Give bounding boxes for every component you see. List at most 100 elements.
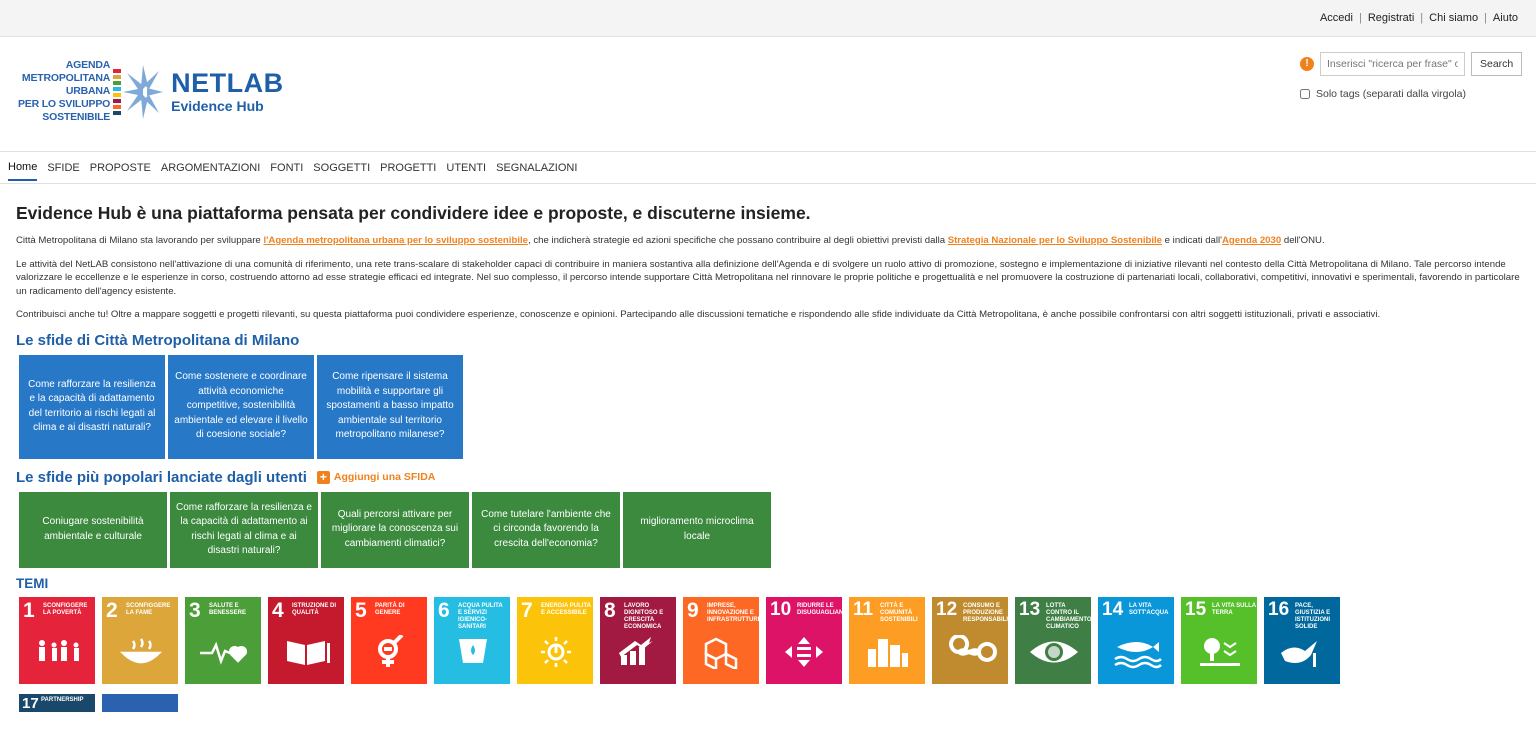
separator: | bbox=[1420, 12, 1424, 24]
nav-argomentazioni[interactable]: ARGOMENTAZIONI bbox=[161, 156, 260, 180]
user-sfida-card[interactable]: miglioramento microclima locale bbox=[623, 491, 771, 568]
search-button[interactable]: Search bbox=[1471, 52, 1523, 76]
nav-segnalazioni[interactable]: SEGNALAZIONI bbox=[496, 156, 577, 180]
user-sfida-card[interactable]: Come tutelare l'ambiente che ci circonda… bbox=[472, 491, 620, 568]
sdg-label: SCONFIGGERE LA POVERTÀ bbox=[43, 602, 88, 616]
strategia-nazionale-link[interactable]: Strategia Nazionale per lo Sviluppo Sost… bbox=[948, 235, 1162, 246]
sdg-number: 4 bbox=[272, 598, 284, 622]
sdg-label: ACQUA PULITA E SERVIZI IGIENICO-SANITARI bbox=[458, 602, 503, 630]
about-link[interactable]: Chi siamo bbox=[1429, 12, 1478, 24]
infinity-icon bbox=[949, 634, 997, 662]
sdg-number: 9 bbox=[687, 598, 699, 622]
sdg-tile-11[interactable]: 11 CITTÀ E COMUNITÀ SOSTENIBILI bbox=[849, 596, 925, 684]
agenda-logo-text: AGENDA METROPOLITANA URBANA PER LO SVILU… bbox=[18, 59, 111, 123]
tags-only-label: Solo tags (separati dalla virgola) bbox=[1316, 88, 1466, 100]
intro-paragraph-1: Città Metropolitana di Milano sta lavora… bbox=[16, 235, 1325, 246]
user-sfida-card[interactable]: Coniugare sostenibilità ambientale e cul… bbox=[19, 491, 167, 568]
sdg-number: 15 bbox=[1185, 598, 1207, 620]
temi-title: TEMI bbox=[16, 575, 49, 591]
nav-fonti[interactable]: FONTI bbox=[270, 156, 303, 180]
sdg-tile-3[interactable]: 3 SALUTE E BENESSERE bbox=[185, 596, 261, 684]
sdg-tile-4[interactable]: 4 ISTRUZIONE DI QUALITÀ bbox=[268, 596, 344, 684]
sdg-tile-16[interactable]: 16 PACE, GIUSTIZIA E ISTITUZIONI SOLIDE bbox=[1264, 596, 1340, 684]
sdg-tile-17[interactable]: 17 PARTNERSHIP bbox=[19, 693, 95, 712]
separator: | bbox=[1358, 12, 1362, 24]
sdg-tile-9[interactable]: 9 IMPRESE, INNOVAZIONE E INFRASTRUTTURE bbox=[683, 596, 759, 684]
sdg-number: 14 bbox=[1102, 598, 1124, 620]
main-nav: Home SFIDE PROPOSTE ARGOMENTAZIONI FONTI… bbox=[0, 152, 1536, 184]
sdg-tile-5[interactable]: 5 PARITÀ DI GENERE bbox=[351, 596, 427, 684]
sdg-tile-7[interactable]: 7 ENERGIA PULITA E ACCESSIBILE bbox=[517, 596, 593, 684]
sdg-label: LOTTA CONTRO IL CAMBIAMENTO CLIMATICO bbox=[1046, 602, 1091, 630]
eye-globe-icon bbox=[1030, 641, 1078, 662]
sdg-label: ISTRUZIONE DI QUALITÀ bbox=[292, 602, 337, 616]
sdg-number: 10 bbox=[770, 598, 792, 620]
help-link[interactable]: Aiuto bbox=[1493, 12, 1518, 24]
nav-proposte[interactable]: PROPOSTE bbox=[90, 156, 151, 180]
sfide-utenti-title: Le sfide più popolari lanciate dagli ute… bbox=[16, 468, 307, 486]
info-icon[interactable]: ! bbox=[1300, 57, 1314, 71]
top-bar: Accedi | Registrati | Chi siamo | Aiuto bbox=[0, 0, 1536, 37]
heartbeat-icon bbox=[200, 641, 247, 665]
tags-only-checkbox[interactable] bbox=[1300, 89, 1310, 99]
cubes-icon bbox=[704, 637, 738, 669]
sdg-label: LA VITA SULLA TERRA bbox=[1212, 602, 1256, 616]
sdg-label: RIDURRE LE DISUGUAGLIANZE bbox=[797, 602, 842, 616]
sdg-label: SALUTE E BENESSERE bbox=[209, 602, 247, 616]
nav-utenti[interactable]: UTENTI bbox=[446, 156, 486, 180]
sdg-number: 11 bbox=[853, 598, 874, 620]
sdg-number: 8 bbox=[604, 598, 616, 622]
sfide-cm-cards: Come rafforzare la resilienza e la capac… bbox=[19, 354, 1520, 459]
add-sfida-button[interactable]: + Aggiungi una SFIDA bbox=[316, 470, 436, 484]
sdg-tile-15[interactable]: 15 LA VITA SULLA TERRA bbox=[1181, 596, 1257, 684]
nav-soggetti[interactable]: SOGGETTI bbox=[313, 156, 370, 180]
nav-home[interactable]: Home bbox=[8, 155, 38, 181]
book-icon bbox=[287, 640, 330, 665]
city-icon bbox=[868, 638, 908, 667]
sdg-tile-8[interactable]: 8 LAVORO DIGNITOSO E CRESCITA ECONOMICA bbox=[600, 596, 676, 684]
sdg-number: 5 bbox=[355, 598, 367, 622]
sdg-tile-extra[interactable] bbox=[102, 693, 178, 712]
nav-progetti[interactable]: PROGETTI bbox=[380, 156, 436, 180]
sdg-tile-2[interactable]: 2 SCONFIGGERE LA FAME bbox=[102, 596, 178, 684]
sdg-tile-6[interactable]: 6 ACQUA PULITA E SERVIZI IGIENICO-SANITAR… bbox=[434, 596, 510, 684]
sfida-card[interactable]: Come sostenere e coordinare attività eco… bbox=[168, 354, 314, 459]
sdg-tile-13[interactable]: 13 LOTTA CONTRO IL CAMBIAMENTO CLIMATICO bbox=[1015, 596, 1091, 684]
logo-color-bars bbox=[113, 68, 122, 115]
sdg-label: SCONFIGGERE LA FAME bbox=[126, 602, 171, 616]
sdg-number: 12 bbox=[936, 598, 958, 620]
sun-icon bbox=[541, 636, 571, 667]
plus-icon: + bbox=[316, 470, 330, 484]
gender-icon bbox=[378, 634, 404, 667]
login-link[interactable]: Accedi bbox=[1320, 12, 1353, 24]
fish-icon bbox=[1114, 641, 1162, 668]
sdg-goals-row-2: 17 PARTNERSHIP bbox=[19, 693, 1520, 712]
growth-icon bbox=[619, 636, 653, 665]
sfide-utenti-cards: Coniugare sostenibilità ambientale e cul… bbox=[19, 491, 1520, 568]
sdg-goals-row: 1 SCONFIGGERE LA POVERTÀ 2 SCONFIGGERE LA F… bbox=[19, 596, 1520, 684]
sdg-label: IMPRESE, INNOVAZIONE E INFRASTRUTTURE bbox=[707, 602, 759, 623]
user-sfida-card[interactable]: Quali percorsi attivare per migliorare l… bbox=[321, 491, 469, 568]
site-header: AGENDA METROPOLITANA URBANA PER LO SVILU… bbox=[0, 37, 1536, 152]
sfida-card[interactable]: Come ripensare il sistema mobilità e sup… bbox=[317, 354, 463, 459]
sdg-number: 16 bbox=[1268, 598, 1290, 620]
agenda-metropolitana-link[interactable]: l'Agenda metropolitana urbana per lo svi… bbox=[263, 235, 528, 246]
sdg-number: 13 bbox=[1019, 598, 1041, 620]
sdg-tile-1[interactable]: 1 SCONFIGGERE LA POVERTÀ bbox=[19, 596, 95, 684]
sfida-card[interactable]: Come rafforzare la resilienza e la capac… bbox=[19, 354, 165, 459]
dove-icon bbox=[1281, 640, 1317, 667]
add-sfida-label: Aggiungi una SFIDA bbox=[333, 471, 436, 483]
register-link[interactable]: Registrati bbox=[1368, 12, 1414, 24]
sdg-label: LA VITA SOTT'ACQUA bbox=[1129, 602, 1169, 616]
nav-sfide[interactable]: SFIDE bbox=[47, 156, 79, 180]
sdg-tile-12[interactable]: 12 CONSUMO E PRODUZIONE RESPONSABILI bbox=[932, 596, 1008, 684]
separator: | bbox=[1484, 12, 1487, 24]
sdg-label: PARITÀ DI GENERE bbox=[375, 602, 405, 616]
agenda-2030-link[interactable]: Agenda 2030 bbox=[1222, 235, 1281, 246]
sfide-cm-title: Le sfide di Città Metropolitana di Milan… bbox=[16, 331, 300, 349]
site-logo[interactable]: AGENDA METROPOLITANA URBANA PER LO SVILU… bbox=[18, 59, 284, 124]
sdg-tile-14[interactable]: 14 LA VITA SOTT'ACQUA bbox=[1098, 596, 1174, 684]
search-input[interactable] bbox=[1320, 52, 1465, 76]
user-sfida-card[interactable]: Come rafforzare la resilienza e la capac… bbox=[170, 491, 318, 568]
sdg-tile-10[interactable]: 10 RIDURRE LE DISUGUAGLIANZE bbox=[766, 596, 842, 684]
